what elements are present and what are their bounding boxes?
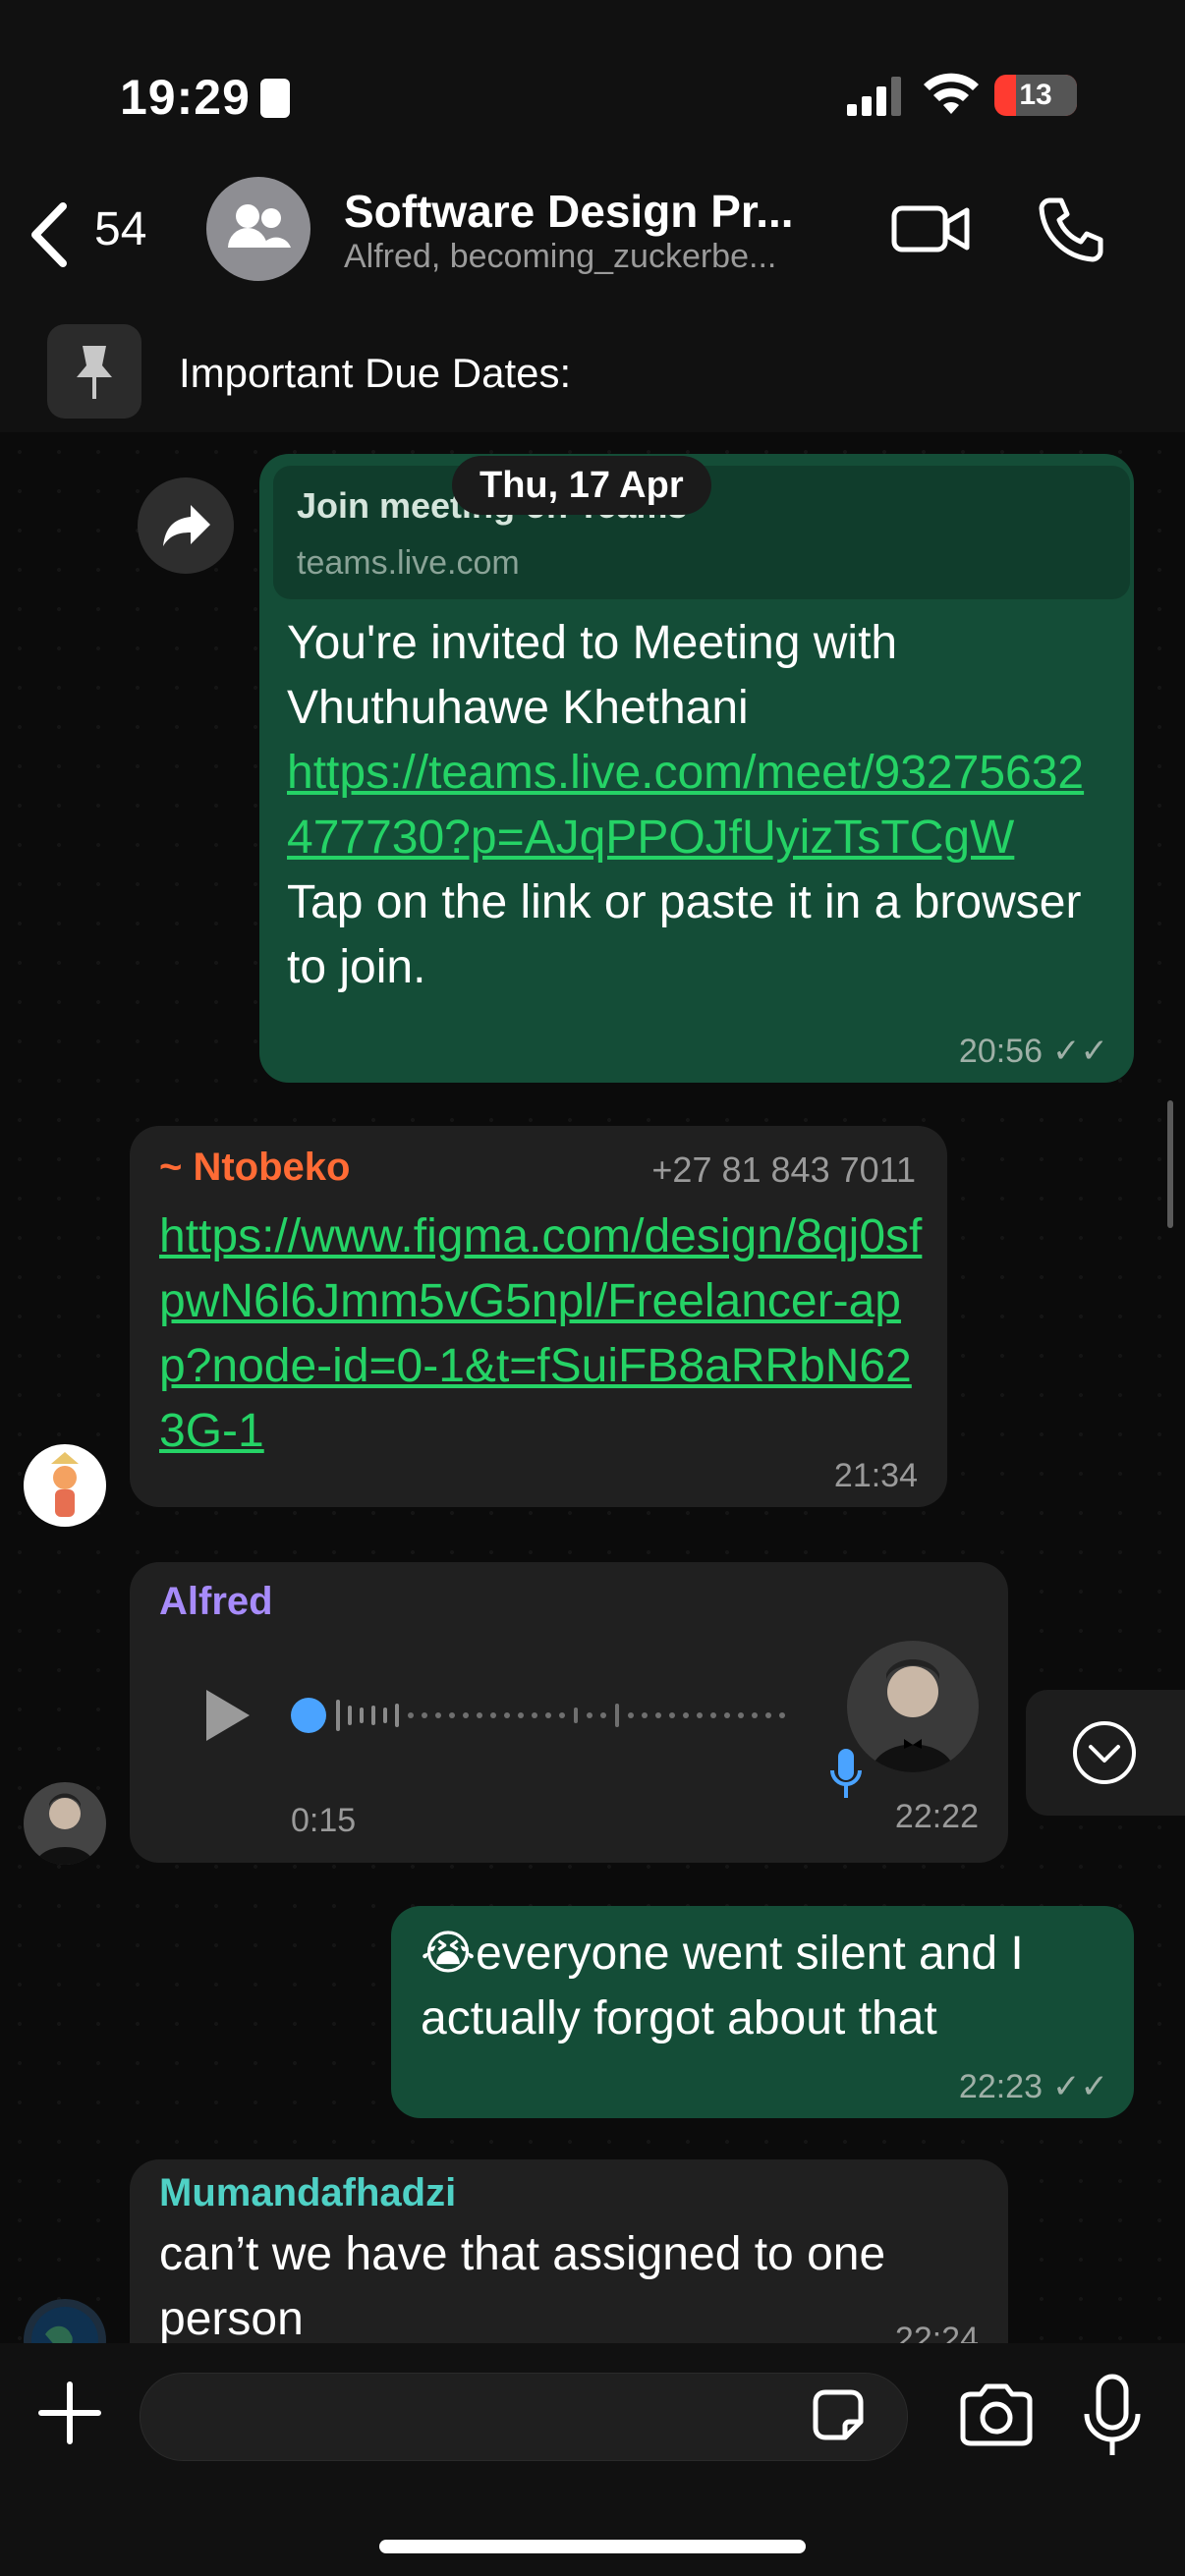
battery-indicator: 13	[994, 75, 1077, 116]
portrait-icon	[871, 1659, 955, 1772]
unread-count[interactable]: 54	[94, 202, 146, 256]
earth-icon	[31, 2307, 98, 2343]
message-body: You're invited to Meeting with Vhuthuhaw…	[287, 611, 1093, 1000]
wifi-icon	[924, 73, 979, 114]
chat-title[interactable]: Software Design Pr...	[344, 185, 855, 238]
sticker-icon[interactable]	[806, 2382, 871, 2447]
message-text: You're invited to Meeting with Vhuthuhaw…	[287, 617, 898, 734]
home-indicator	[379, 2540, 806, 2553]
status-bar: 19:29 13	[0, 0, 1185, 177]
message-composer	[0, 2343, 1185, 2576]
status-time: 19:29	[120, 69, 290, 126]
message-time: 22:24	[894, 2321, 979, 2343]
date-separator: Thu, 17 Apr	[452, 456, 711, 515]
message-time: 21:34	[833, 1457, 918, 1494]
chat-members[interactable]: Alfred, becoming_zuckerbe...	[344, 238, 855, 276]
incoming-voice-message[interactable]: Alfred 0:15 22:22	[130, 1562, 1008, 1863]
sender-name[interactable]: ~ Ntobeko	[159, 1146, 350, 1190]
incoming-message[interactable]: Mumandafhadzi can’t we have that assigne…	[130, 2159, 1008, 2343]
figma-link[interactable]: https://www.figma.com/design/8qj0sfpwN6l…	[159, 1210, 922, 1457]
sender-name[interactable]: Mumandafhadzi	[159, 2171, 456, 2215]
outgoing-message[interactable]: 😭everyone went silent and I actually for…	[391, 1906, 1134, 2118]
voice-sender-avatar	[847, 1641, 979, 1772]
video-call-icon[interactable]	[890, 195, 973, 263]
double-check-icon: ✓✓	[1052, 2068, 1108, 2105]
voice-duration: 0:15	[291, 1802, 357, 1839]
microphone-icon[interactable]	[1081, 2371, 1144, 2461]
message-body: 😭everyone went silent and I actually for…	[421, 1922, 1108, 2051]
pinned-text: Important Due Dates:	[179, 350, 572, 396]
play-icon[interactable]	[200, 1686, 255, 1745]
microphone-icon	[830, 1749, 862, 1798]
message-time: 20:56 ✓✓	[958, 1033, 1108, 1070]
message-input[interactable]	[140, 2373, 908, 2461]
outgoing-message[interactable]: Join meeting on Teams teams.live.com You…	[259, 454, 1134, 1083]
message-time: 22:23 ✓✓	[958, 2068, 1108, 2105]
sender-phone: +27 81 843 7011	[651, 1149, 916, 1190]
avatar-mumandafhadzi[interactable]	[24, 2299, 106, 2343]
double-check-icon: ✓✓	[1052, 1033, 1108, 1070]
message-text: everyone went silent and I actually forg…	[421, 1928, 1024, 2044]
cellular-signal-icon	[847, 77, 901, 116]
plus-icon[interactable]	[35, 2379, 104, 2447]
scroll-to-bottom-button[interactable]	[1026, 1690, 1185, 1816]
chat-area[interactable]: Join meeting on Teams teams.live.com You…	[0, 432, 1185, 2343]
group-icon	[228, 204, 291, 248]
message-body: https://www.figma.com/design/8qj0sfpwN6l…	[159, 1204, 926, 1464]
sim-icon	[259, 79, 290, 118]
forward-arrow-icon	[163, 505, 210, 546]
message-time: 22:22	[894, 1798, 979, 1835]
group-avatar[interactable]	[206, 177, 310, 281]
chat-header: 54 Software Design Pr... Alfred, becomin…	[0, 177, 1185, 314]
portrait-icon	[35, 1793, 94, 1865]
voice-waveform[interactable]	[287, 1688, 916, 1743]
pin-icon	[47, 324, 141, 419]
avatar-ntobeko[interactable]	[24, 1444, 106, 1527]
pinned-message-bar[interactable]: Important Due Dates:	[0, 314, 1185, 433]
anime-avatar-icon	[51, 1452, 79, 1517]
camera-icon[interactable]	[957, 2377, 1036, 2455]
message-text: can’t we have that assigned to one perso…	[159, 2228, 886, 2343]
incoming-message[interactable]: ~ Ntobeko +27 81 843 7011 https://www.fi…	[130, 1126, 947, 1507]
avatar-alfred[interactable]	[24, 1782, 106, 1865]
scrollbar[interactable]	[1167, 1100, 1173, 1228]
message-text: Tap on the link or paste it in a browser…	[287, 876, 1082, 993]
crying-emoji: 😭	[421, 1928, 477, 1980]
phone-call-icon[interactable]	[1036, 193, 1108, 265]
link-preview-domain: teams.live.com	[297, 544, 520, 582]
sender-name[interactable]: Alfred	[159, 1580, 273, 1624]
forward-button[interactable]	[138, 477, 234, 574]
teams-link[interactable]: https://teams.live.com/meet/932756324777…	[287, 747, 1084, 864]
chevron-down-circle-icon	[1073, 1721, 1136, 1784]
